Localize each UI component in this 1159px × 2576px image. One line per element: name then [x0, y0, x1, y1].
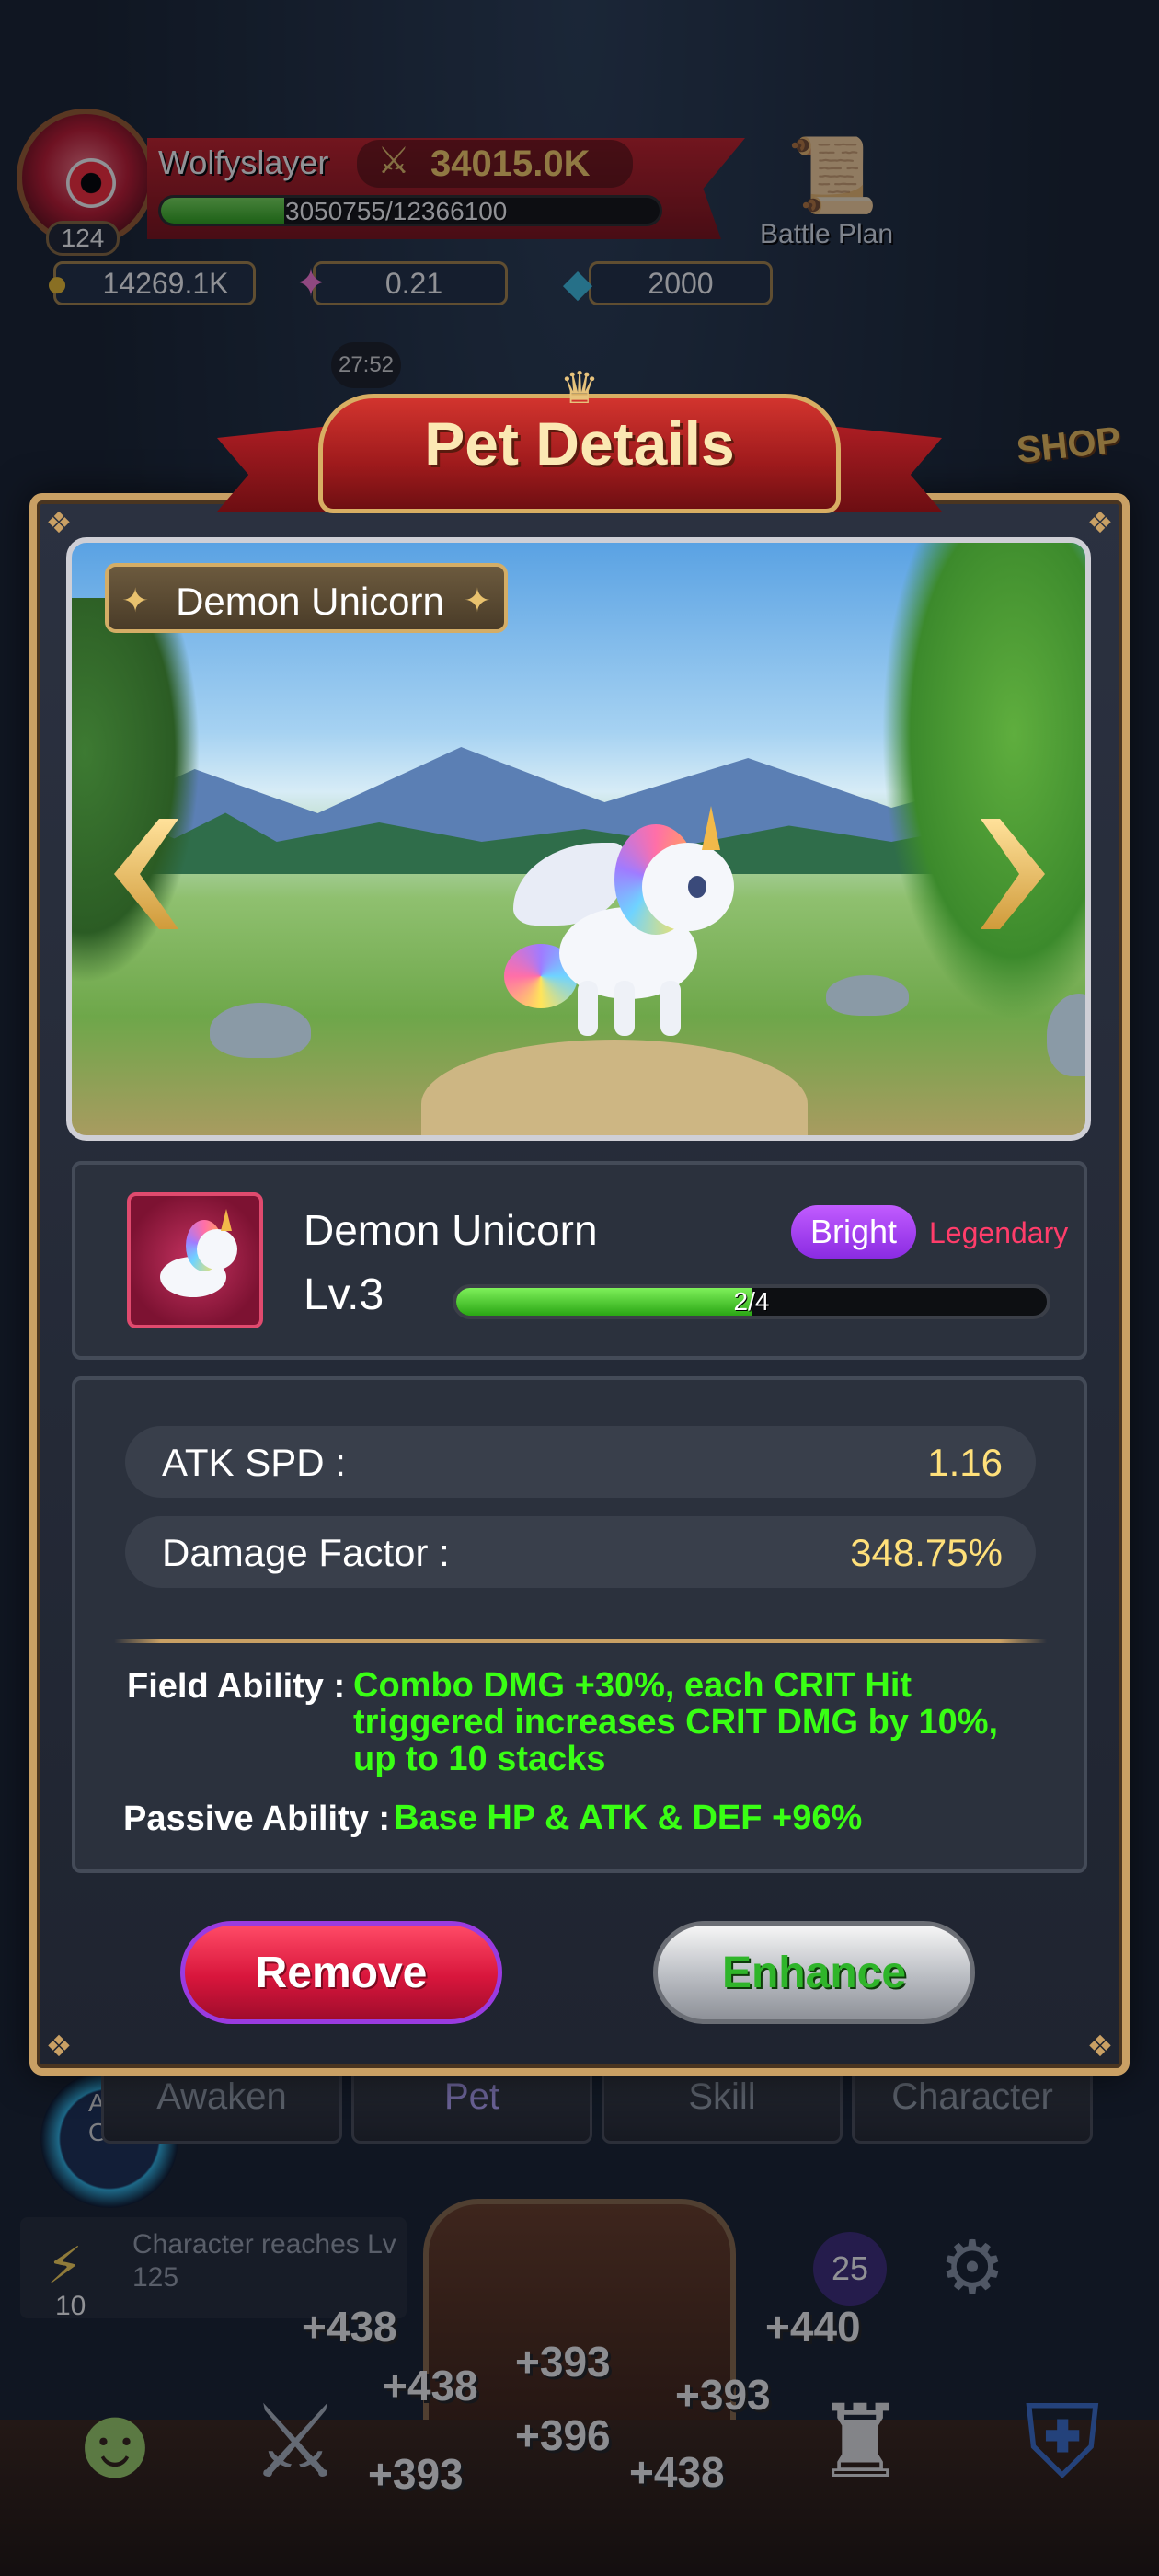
passive-ability-text: Base HP & ATK & DEF +96% [394, 1799, 863, 1837]
chevron-right-icon [981, 819, 1045, 929]
pet-info-card: Demon Unicorn Lv.3 Bright Legendary 2/4 [72, 1161, 1087, 1360]
pet-eye [688, 876, 706, 898]
pet-leg [614, 981, 635, 1036]
field-ability-line: up to 10 stacks [353, 1740, 606, 1778]
frame-corner-ornament: ❖ [45, 2030, 73, 2063]
stat-value: 348.75% [850, 1531, 1003, 1574]
pet-level-progress-text: 2/4 [733, 1287, 770, 1316]
rarity-label: Legendary [929, 1216, 1069, 1249]
chevron-left-icon [114, 819, 178, 929]
pet-thumbnail [127, 1192, 263, 1328]
frame-corner-ornament: ❖ [1086, 2030, 1114, 2063]
frame-corner-ornament: ❖ [1086, 506, 1114, 539]
remove-button[interactable]: Remove [180, 1921, 502, 2024]
pet-name: Demon Unicorn [304, 1206, 598, 1254]
title-ribbon: ♛ Pet Details [217, 364, 942, 524]
pet-leg [660, 981, 681, 1036]
scene-rock [210, 1003, 311, 1058]
stat-label: Damage Factor : [162, 1531, 450, 1574]
scene-rock [826, 975, 909, 1016]
enhance-button[interactable]: Enhance [653, 1921, 975, 2024]
pet-name-plate-text: Demon Unicorn [176, 580, 444, 623]
pet-leg [578, 981, 598, 1036]
next-pet-arrow[interactable] [981, 819, 1045, 929]
modal-title: Pet Details [424, 409, 735, 477]
quality-badge: Bright [791, 1205, 916, 1259]
pet-head [197, 1229, 237, 1270]
pet-level: Lv.3 [304, 1271, 384, 1319]
pet-stats-card: ATK SPD : 1.16 Damage Factor : 348.75% F… [72, 1376, 1087, 1873]
stat-row-atk-spd: ATK SPD : 1.16 [125, 1426, 1036, 1498]
pet-horn [702, 806, 720, 850]
pet-horn [221, 1209, 232, 1231]
stat-label: ATK SPD : [162, 1441, 346, 1484]
demon-unicorn-portrait [143, 1209, 247, 1312]
pet-name-plate: ✦ ✦ Demon Unicorn [105, 563, 508, 633]
section-divider [114, 1639, 1047, 1643]
crest-icon: ♛ [559, 364, 600, 413]
scene-tree-right [881, 543, 1085, 1021]
demon-unicorn-sprite [504, 806, 743, 1045]
frame-corner-ornament: ❖ [45, 506, 73, 539]
previous-pet-arrow[interactable] [114, 819, 178, 929]
field-ability-line: triggered increases CRIT DMG by 10%, [353, 1703, 999, 1742]
scene-path [421, 1040, 808, 1135]
stat-value: 1.16 [927, 1441, 1003, 1484]
stat-row-damage-factor: Damage Factor : 348.75% [125, 1516, 1036, 1588]
passive-ability-label: Passive Ability : [123, 1800, 391, 1838]
field-ability-label: Field Ability : [127, 1667, 346, 1706]
field-ability-line: Combo DMG +30%, each CRIT Hit [353, 1666, 912, 1705]
